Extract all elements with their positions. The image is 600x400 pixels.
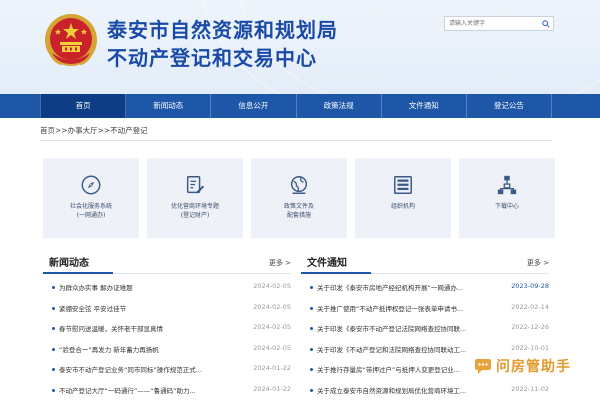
notice-item-date: 2022-12-26: [511, 323, 549, 331]
compass-icon: [81, 175, 101, 195]
nav-item-registration-announcements[interactable]: 登记公告: [467, 94, 553, 118]
notice-item[interactable]: 关于印发《泰安市房地产经纪机构开展“一网通办... 2023-09-28: [301, 278, 549, 299]
service-card-sublabel: (一网通办): [76, 212, 106, 219]
search-button[interactable]: [539, 17, 553, 30]
breadcrumb[interactable]: 首页>>办事大厅>>不动产登记: [40, 125, 148, 136]
news-item-title: 春节慰问送温暖，关怀老干部显真情: [59, 325, 163, 333]
title-underline: [43, 272, 113, 274]
nav-item-info-disclosure[interactable]: 信息公开: [211, 94, 297, 118]
service-card-sublabel: 配套措施: [286, 212, 311, 219]
news-item[interactable]: 不动产登记大厅“一码通行”——“鲁通码”助力... 2024-01-22: [43, 381, 291, 400]
globe-icon: [290, 176, 308, 194]
notice-item-title: 关于成立泰安市自然资源和规划局优化营商环境工...: [317, 386, 467, 395]
bullet: [310, 286, 313, 289]
news-item-title: 紧绷安全弦 平安过佳节: [59, 304, 127, 313]
news-item-title: “验登合一”再发力 新年蓄力再扬帆: [59, 345, 159, 354]
service-card-organization[interactable]: 组织机构: [355, 158, 451, 238]
bullet: [52, 306, 55, 310]
search-input[interactable]: [445, 17, 539, 30]
news-panel-title: 新闻动态: [49, 258, 89, 269]
chat-bubble-icon: [475, 359, 491, 374]
bullet: [52, 347, 55, 351]
nav-item-policies[interactable]: 政策法规: [297, 94, 382, 118]
news-item[interactable]: 为群众办实事 解办证难题 2024-02-05: [43, 278, 291, 299]
notices-list: 关于印发《泰安市房地产经纪机构开展“一网通办... 2023-09-28 关于推…: [301, 278, 549, 400]
national-emblem-icon: [45, 14, 97, 66]
service-card-label: 社会化服务系统: [69, 203, 112, 210]
bullet: [52, 388, 55, 392]
news-item-date: 2024-01-22: [253, 364, 291, 372]
bullet: [310, 388, 313, 392]
service-card-label: 政策文件及: [283, 203, 314, 210]
news-item[interactable]: 春节慰问送温暖，关怀老干部显真情 2024-02-05: [43, 319, 291, 340]
news-item-title: 为群众办实事 解办证难题: [59, 284, 133, 292]
service-cards: 社会化服务系统 (一网通办) 优化营商环境专题 (登记财产) 政策文件及 配套措…: [43, 158, 555, 238]
news-item-date: 2024-02-05: [253, 323, 291, 331]
notice-item-title: 关于印发《泰安市不动产登记法院网络查控协同联...: [317, 325, 467, 333]
notice-item[interactable]: 关于印发《泰安市不动产登记法院网络查控协同联... 2022-12-26: [301, 319, 549, 340]
archive-icon: [394, 176, 412, 194]
notice-item-title: 关于印发《不动产登记和法院网络查控协同联动工...: [317, 345, 467, 354]
notices-more-link[interactable]: 更多 >: [527, 258, 549, 268]
nav-item-home[interactable]: 首页: [40, 94, 127, 118]
org-chart-icon: [497, 175, 517, 195]
nav-item-notices[interactable]: 文件通知: [382, 94, 467, 118]
news-item-date: 2024-02-05: [253, 343, 291, 352]
service-card-policy-documents[interactable]: 政策文件及 配套措施: [251, 158, 347, 238]
notice-item-date: 2022-02-14: [511, 302, 549, 311]
service-card-label: 下载中心: [494, 203, 519, 210]
notice-item-title: 关于印发《泰安市房地产经纪机构开展“一网通办...: [317, 284, 464, 292]
news-item[interactable]: 紧绷安全弦 平安过佳节 2024-02-05: [43, 299, 291, 320]
news-item-title: 泰安市不动产登记业务“同市同标”操作规范正式...: [59, 366, 202, 374]
search-box: [444, 16, 554, 31]
notices-panel-title: 文件通知: [307, 258, 347, 269]
news-more-link[interactable]: 更多 >: [269, 258, 291, 268]
news-list: 为群众办实事 解办证难题 2024-02-05 紧绷安全弦 平安过佳节 2024…: [43, 278, 291, 400]
divider: [40, 140, 552, 141]
notice-item[interactable]: 关于推广使用“不动产抵押权登记一张表单申请书... 2022-02-14: [301, 299, 549, 320]
site-header: 泰安市自然资源和规划局 不动产登记和交易中心: [0, 0, 600, 94]
bullet: [52, 368, 55, 371]
title-underline: [301, 272, 371, 274]
watermark: 问房管助手: [474, 352, 592, 380]
news-panel-header: 新闻动态 更多 >: [43, 246, 291, 274]
service-card-sublabel: (登记财产): [180, 212, 210, 219]
news-item-date: 2024-02-05: [253, 302, 291, 311]
news-item-title: 不动产登记大厅“一码通行”——“鲁通码”助力...: [59, 386, 196, 395]
notice-item[interactable]: 关于成立泰安市自然资源和规划局优化营商环境工... 2022-11-02: [301, 381, 549, 400]
edit-document-icon: [186, 176, 205, 194]
search-icon: [542, 19, 550, 28]
notice-item-date: 2023-09-28: [511, 282, 549, 290]
service-card-download-center[interactable]: 下载中心: [459, 158, 555, 238]
service-card-online-services[interactable]: 社会化服务系统 (一网通办): [43, 158, 139, 238]
news-item-date: 2024-02-05: [253, 282, 291, 290]
notices-panel-header: 文件通知 更多 >: [301, 246, 549, 274]
watermark-text: 问房管助手: [496, 359, 571, 375]
bullet: [310, 368, 313, 371]
site-subtitle: 不动产登记和交易中心: [107, 46, 317, 70]
notice-item-date: 2022-11-02: [511, 384, 549, 393]
bullet: [52, 286, 55, 289]
bullet: [310, 306, 313, 310]
main-nav: 首页 新闻动态 信息公开 政策法规 文件通知 登记公告: [0, 94, 600, 118]
bullet: [310, 327, 313, 330]
bullet: [310, 347, 313, 351]
news-item-date: 2024-01-22: [253, 384, 291, 393]
bullet: [52, 327, 55, 330]
site-title: 泰安市自然资源和规划局: [107, 18, 338, 42]
news-item[interactable]: “验登合一”再发力 新年蓄力再扬帆 2024-02-05: [43, 340, 291, 361]
news-item[interactable]: 泰安市不动产登记业务“同市同标”操作规范正式... 2024-01-22: [43, 360, 291, 381]
service-card-label: 组织机构: [390, 203, 415, 210]
notice-item-date: 2022-10-01: [511, 343, 549, 352]
nav-item-news[interactable]: 新闻动态: [126, 94, 212, 118]
service-card-business-environment[interactable]: 优化营商环境专题 (登记财产): [147, 158, 243, 238]
service-card-label: 优化营商环境专题: [170, 203, 219, 210]
notice-item-title: 关于推行存量房“带押过户”与抵押人变更登记业...: [317, 366, 460, 374]
notice-item-title: 关于推广使用“不动产抵押权登记一张表单申请书...: [317, 304, 464, 313]
